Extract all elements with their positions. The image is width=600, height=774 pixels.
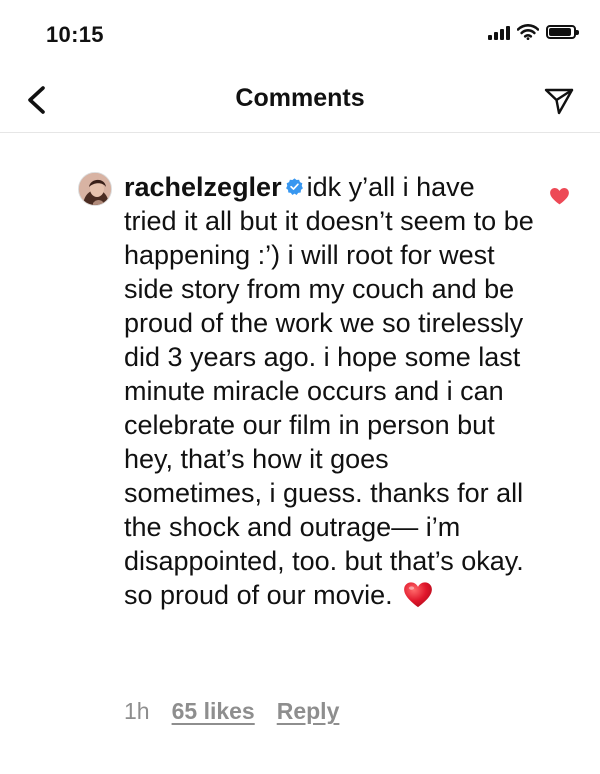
battery-icon — [546, 25, 579, 39]
status-bar: 10:15 — [0, 0, 600, 70]
comment-body: rachelzegler idk y’all i have tried it a… — [124, 170, 534, 612]
comment-username[interactable]: rachelzegler — [124, 172, 282, 202]
nav-bar: Comments — [0, 70, 600, 133]
comment-meta: 1h 65 likes Reply — [124, 698, 339, 725]
verified-badge-icon — [285, 178, 303, 196]
share-button[interactable] — [542, 84, 576, 118]
red-heart-emoji — [404, 582, 433, 608]
cellular-signal-icon — [488, 24, 510, 40]
paper-plane-icon — [544, 88, 574, 115]
comment-text: idk y’all i have tried it all but it doe… — [124, 172, 534, 610]
like-heart-icon[interactable] — [550, 188, 569, 205]
reply-button[interactable]: Reply — [277, 698, 340, 725]
page-title: Comments — [235, 84, 365, 112]
likes-count-link[interactable]: 65 likes — [172, 698, 255, 725]
wifi-icon — [517, 24, 539, 40]
status-icons — [488, 24, 579, 40]
comment-time: 1h — [124, 698, 150, 724]
profile-photo — [79, 173, 111, 205]
status-time: 10:15 — [46, 22, 104, 47]
avatar[interactable] — [78, 172, 112, 206]
